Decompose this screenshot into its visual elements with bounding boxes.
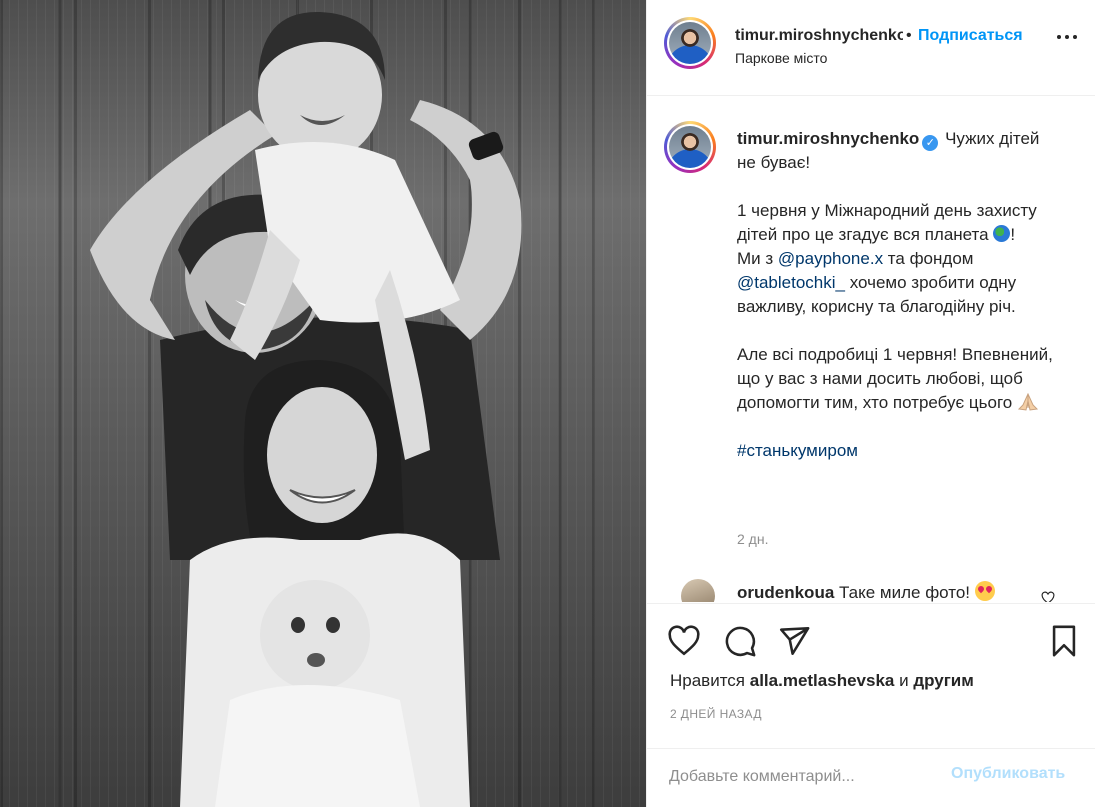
photo-artwork xyxy=(58,0,562,807)
commenter-avatar[interactable] xyxy=(681,579,715,602)
post-header: timur.miroshnychenko • Подписаться Парко… xyxy=(647,0,1095,96)
likes-middle: и xyxy=(894,671,914,690)
caption-time: 2 дн. xyxy=(737,531,769,547)
caption-p2: 1 червня у Міжнародний день захисту діте… xyxy=(737,201,1037,244)
post-actions: Нравится alla.metlashevska и другим 2 ДН… xyxy=(647,603,1095,748)
comments-section[interactable]: timur.miroshnychenko ✓ Чужих дітей не був… xyxy=(647,97,1095,602)
caption-username[interactable]: timur.miroshnychenko xyxy=(737,129,919,148)
follow-button[interactable]: Подписаться xyxy=(918,27,1023,45)
post-location[interactable]: Паркове місто xyxy=(735,50,827,66)
caption-author-avatar[interactable] xyxy=(664,121,716,173)
post-side-panel: timur.miroshnychenko • Подписаться Парко… xyxy=(646,0,1095,807)
comment-like-heart-icon[interactable] xyxy=(1041,591,1055,602)
likes-summary: Нравится alla.metlashevska и другим xyxy=(670,671,974,691)
mention-tabletochki-link[interactable]: @tabletochki_ xyxy=(737,273,845,292)
globe-emoji-icon xyxy=(993,225,1011,242)
author-username[interactable]: timur.miroshnychenko xyxy=(735,27,903,45)
bookmark-icon[interactable] xyxy=(1047,624,1081,658)
mention-payphone-link[interactable]: @payphone.x xyxy=(778,249,883,268)
comment-input[interactable] xyxy=(669,762,929,792)
likes-user-link[interactable]: alla.metlashevska xyxy=(750,671,895,690)
heart-eyes-emoji-icon xyxy=(974,581,995,601)
heart-icon[interactable] xyxy=(667,624,701,658)
caption-p3-a: Ми з xyxy=(737,249,778,268)
hashtag-link[interactable]: #станькумиром xyxy=(737,441,858,460)
likes-prefix: Нравится xyxy=(670,671,750,690)
add-comment-bar: Опубликовать xyxy=(647,748,1095,807)
caption-p4: Але всі подробиці 1 червня! Впевнений, щ… xyxy=(737,345,1053,412)
share-icon[interactable] xyxy=(777,624,811,658)
author-avatar[interactable] xyxy=(664,17,716,69)
caption-p3-b: та фондом xyxy=(883,249,974,268)
folded-hands-emoji-icon xyxy=(1017,393,1039,411)
comment-text: Таке миле фото! xyxy=(839,583,971,602)
caption-p2-end: ! xyxy=(1010,225,1016,244)
post-photo[interactable] xyxy=(0,0,646,807)
publish-button[interactable]: Опубликовать xyxy=(951,765,1065,783)
separator-dot: • xyxy=(906,27,912,44)
more-options-icon[interactable] xyxy=(1055,35,1079,43)
post-date[interactable]: 2 ДНЕЙ НАЗАД xyxy=(670,707,762,721)
comment-icon[interactable] xyxy=(723,624,757,658)
post-caption: timur.miroshnychenko ✓ Чужих дітей не був… xyxy=(737,127,1057,463)
commenter-username[interactable]: orudenkoua xyxy=(737,583,834,602)
verified-badge-icon: ✓ xyxy=(922,135,939,151)
likes-others-link[interactable]: другим xyxy=(913,671,974,690)
